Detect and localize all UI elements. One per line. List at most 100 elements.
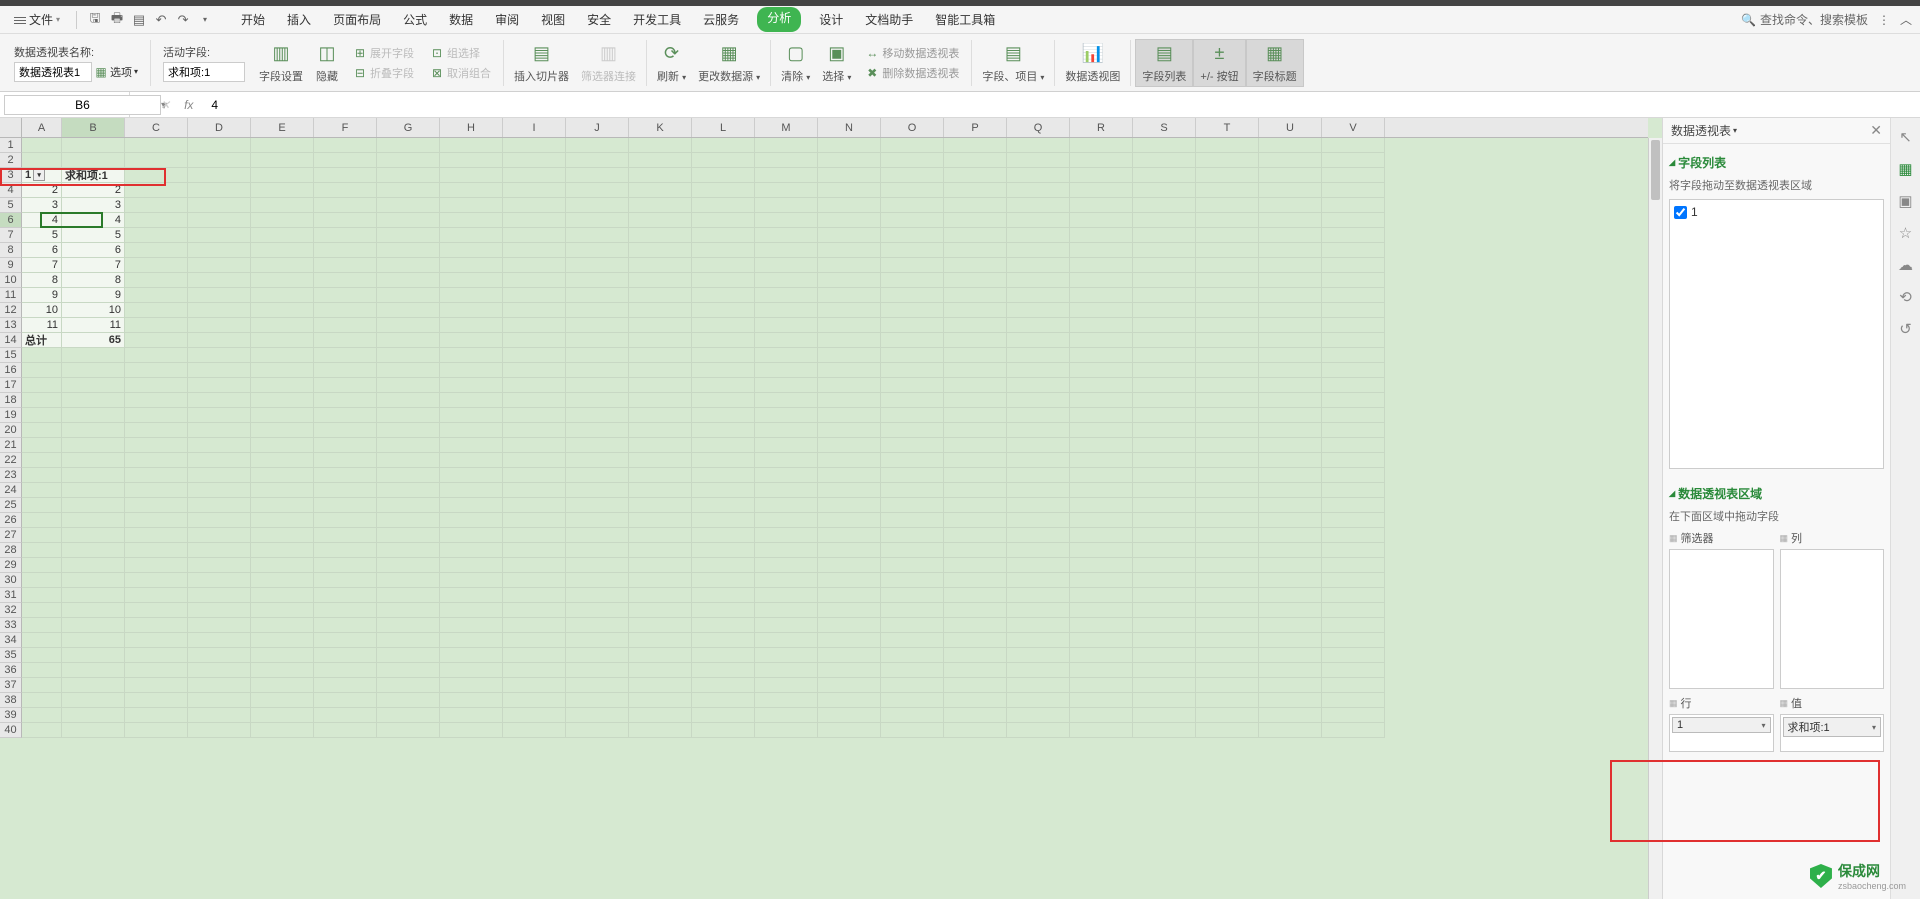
cell[interactable] (503, 153, 566, 168)
cell[interactable] (188, 633, 251, 648)
fx-icon[interactable]: fx (184, 98, 193, 112)
cell[interactable] (1007, 273, 1070, 288)
row-header-22[interactable]: 22 (0, 453, 22, 468)
cell[interactable] (1196, 453, 1259, 468)
cell[interactable] (62, 363, 125, 378)
cell[interactable] (692, 483, 755, 498)
cell[interactable] (1070, 153, 1133, 168)
cell[interactable] (692, 528, 755, 543)
col-header-K[interactable]: K (629, 118, 692, 137)
cell[interactable] (1133, 528, 1196, 543)
cell[interactable] (1007, 438, 1070, 453)
cell[interactable] (22, 693, 62, 708)
cell[interactable] (755, 588, 818, 603)
move-pivot-button[interactable]: ↔移动数据透视表 (861, 44, 963, 62)
cell[interactable] (818, 303, 881, 318)
cell[interactable] (503, 648, 566, 663)
cell[interactable] (944, 318, 1007, 333)
cell[interactable] (566, 603, 629, 618)
cell[interactable] (881, 333, 944, 348)
row-header-28[interactable]: 28 (0, 543, 22, 558)
cell[interactable] (881, 228, 944, 243)
cell[interactable] (1259, 663, 1322, 678)
cell[interactable] (503, 513, 566, 528)
cell[interactable] (1322, 543, 1385, 558)
cell[interactable] (440, 258, 503, 273)
cell[interactable] (62, 483, 125, 498)
cell[interactable] (566, 378, 629, 393)
cell[interactable] (1196, 498, 1259, 513)
cell[interactable] (377, 153, 440, 168)
cell[interactable] (251, 228, 314, 243)
cell[interactable] (1007, 513, 1070, 528)
cell[interactable] (1007, 168, 1070, 183)
cell[interactable] (1259, 318, 1322, 333)
cell[interactable] (1196, 318, 1259, 333)
cell[interactable] (251, 663, 314, 678)
cell[interactable] (1070, 408, 1133, 423)
cell[interactable] (377, 243, 440, 258)
row-header-5[interactable]: 5 (0, 198, 22, 213)
cell[interactable] (818, 423, 881, 438)
cell[interactable] (1007, 663, 1070, 678)
cell[interactable] (440, 378, 503, 393)
cell[interactable] (881, 138, 944, 153)
tab-插入[interactable]: 插入 (283, 7, 315, 32)
menu-kebab-icon[interactable]: ⋮ (1878, 13, 1890, 27)
cell[interactable] (1070, 138, 1133, 153)
filter-conn-button[interactable]: ▥筛选器连接 (575, 40, 642, 86)
cell[interactable] (881, 483, 944, 498)
cell[interactable] (440, 498, 503, 513)
cell[interactable] (440, 633, 503, 648)
cell[interactable] (1322, 363, 1385, 378)
cell[interactable] (1070, 618, 1133, 633)
cell[interactable] (944, 168, 1007, 183)
cell[interactable] (314, 303, 377, 318)
cell[interactable] (1196, 168, 1259, 183)
cell[interactable] (1196, 138, 1259, 153)
cell[interactable] (692, 408, 755, 423)
cell[interactable] (251, 348, 314, 363)
col-header-V[interactable]: V (1322, 118, 1385, 137)
cell[interactable] (377, 198, 440, 213)
cell[interactable] (377, 318, 440, 333)
cell[interactable] (188, 138, 251, 153)
cell[interactable] (566, 198, 629, 213)
cell[interactable] (1007, 393, 1070, 408)
cell[interactable] (944, 333, 1007, 348)
cell[interactable] (1133, 198, 1196, 213)
tab-设计[interactable]: 设计 (815, 7, 847, 32)
cell[interactable] (1007, 603, 1070, 618)
cell[interactable] (22, 648, 62, 663)
cell[interactable] (881, 708, 944, 723)
cell[interactable] (188, 243, 251, 258)
cell[interactable] (1007, 288, 1070, 303)
cell[interactable] (503, 438, 566, 453)
cell[interactable] (1322, 468, 1385, 483)
cell[interactable] (503, 528, 566, 543)
group-select-button[interactable]: ⊡组选择 (426, 44, 495, 62)
cell[interactable] (503, 423, 566, 438)
cell[interactable] (125, 333, 188, 348)
cell[interactable] (944, 678, 1007, 693)
cell[interactable] (188, 213, 251, 228)
cell[interactable] (629, 243, 692, 258)
cell[interactable] (1322, 318, 1385, 333)
cell[interactable] (503, 678, 566, 693)
cell[interactable] (1196, 258, 1259, 273)
cell[interactable] (629, 258, 692, 273)
cell[interactable] (629, 588, 692, 603)
cell[interactable] (1133, 483, 1196, 498)
cell[interactable] (22, 633, 62, 648)
cell[interactable] (188, 153, 251, 168)
cell[interactable] (944, 483, 1007, 498)
cell[interactable] (1196, 183, 1259, 198)
col-header-U[interactable]: U (1259, 118, 1322, 137)
cell[interactable]: 9 (22, 288, 62, 303)
cell[interactable]: 4 (62, 213, 125, 228)
cell[interactable] (881, 183, 944, 198)
cell[interactable] (818, 468, 881, 483)
cell[interactable]: 6 (62, 243, 125, 258)
cell[interactable] (944, 663, 1007, 678)
select-button[interactable]: ▣选择 ▾ (816, 40, 857, 86)
